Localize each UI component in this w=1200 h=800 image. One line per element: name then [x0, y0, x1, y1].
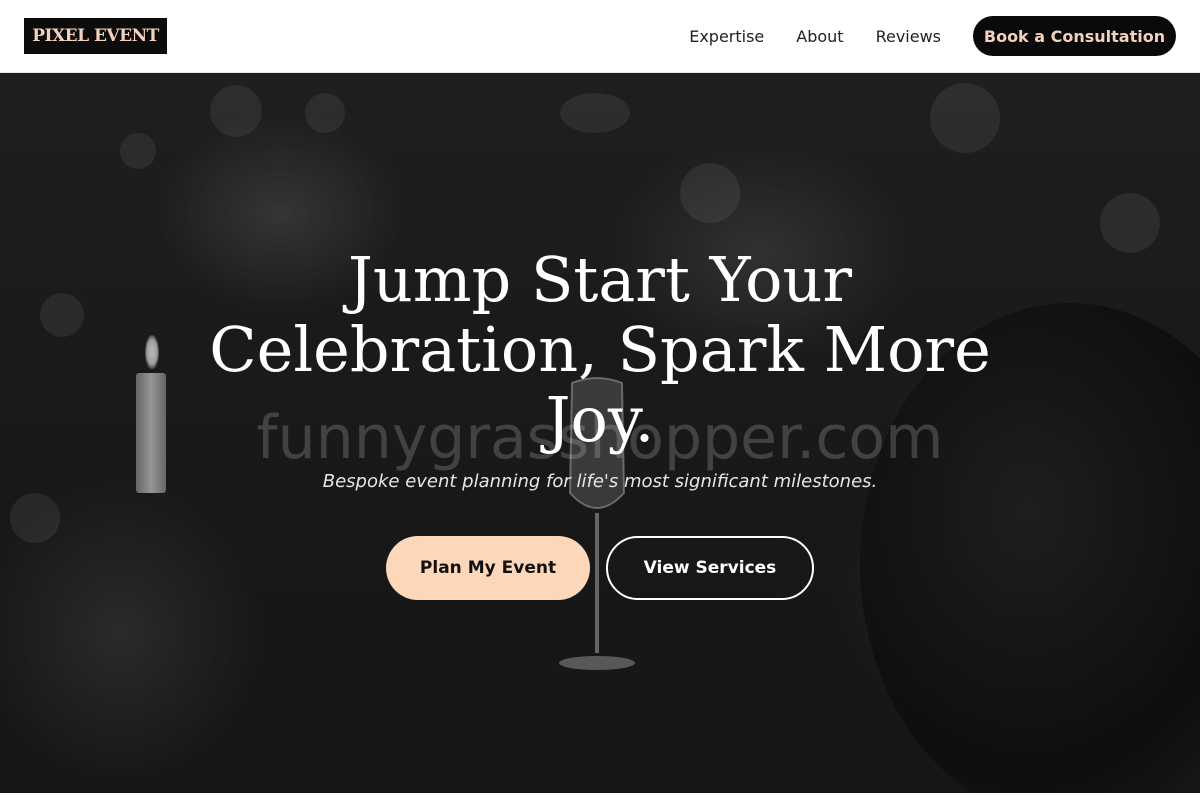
- hero-section: funnygrasshopper.com Jump Start Your Cel…: [0, 73, 1200, 793]
- hero-actions: Plan My Event View Services: [0, 536, 1200, 600]
- nav-link-expertise[interactable]: Expertise: [689, 27, 764, 46]
- hero-subtitle: Bespoke event planning for life's most s…: [322, 471, 878, 492]
- hero-title: Jump Start Your Celebration, Spark More …: [209, 243, 991, 456]
- brand-logo[interactable]: PIXEL EVENT: [24, 18, 167, 54]
- main-nav: Expertise About Reviews Book a Consultat…: [689, 16, 1176, 56]
- plan-my-event-button[interactable]: Plan My Event: [386, 536, 590, 600]
- site-header: PIXEL EVENT Expertise About Reviews Book…: [0, 0, 1200, 73]
- hero-content: Jump Start Your Celebration, Spark More …: [0, 245, 1200, 600]
- view-services-button[interactable]: View Services: [606, 536, 814, 600]
- book-consultation-button[interactable]: Book a Consultation: [973, 16, 1176, 56]
- nav-link-about[interactable]: About: [796, 27, 843, 46]
- nav-link-reviews[interactable]: Reviews: [876, 27, 941, 46]
